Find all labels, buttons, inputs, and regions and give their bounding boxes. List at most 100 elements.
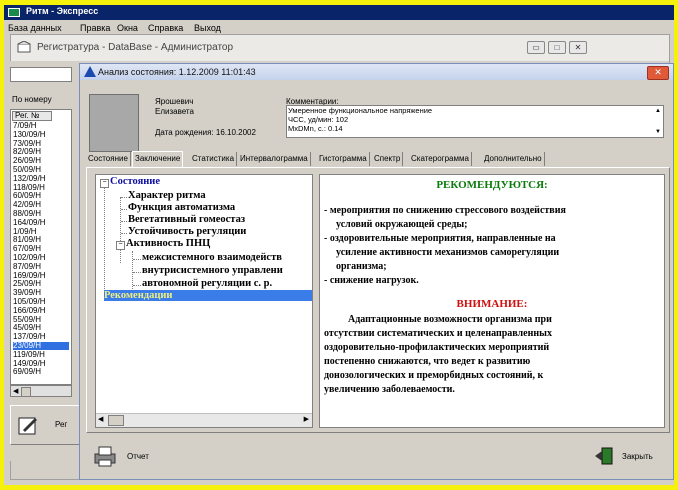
tab-histogram[interactable]: Гистограмма — [317, 152, 370, 166]
search-input[interactable] — [10, 67, 72, 82]
printer-icon — [94, 446, 116, 467]
conclusion-tree[interactable]: − Состояние Характер ритма Функция автом… — [95, 174, 313, 428]
list-item[interactable]: 87/09/H — [13, 262, 69, 271]
tab-intervalogram[interactable]: Интервалограмма — [238, 152, 311, 166]
warning-line: донозологических и преморбидных состояни… — [324, 370, 544, 381]
registration-list[interactable]: Рег. № 7/09/H 130/09/H 73/09/H 82/09/H 26/09… — [10, 109, 72, 385]
tree-line — [132, 251, 133, 295]
tree-node[interactable]: внутрисистемного управлени — [142, 265, 283, 276]
list-item[interactable]: 166/09/H — [13, 306, 69, 315]
collapse-icon[interactable]: − — [100, 179, 109, 188]
registry-title: Регистратура - DataBase - Администратор — [37, 42, 234, 53]
menu-database[interactable]: База данных — [8, 23, 62, 33]
tree-node[interactable]: Устойчивость регуляции — [128, 226, 246, 237]
scroll-up-icon[interactable]: ▲ — [655, 108, 661, 114]
list-item[interactable]: 105/09/H — [13, 298, 69, 306]
menu-edit[interactable]: Правка — [80, 23, 110, 33]
close-button[interactable]: Закрыть — [592, 443, 664, 471]
analysis-dialog: Анализ состояния: 1.12.2009 11:01:43 ✕ Я… — [79, 63, 674, 480]
list-item[interactable]: 73/09/H — [13, 139, 69, 148]
tree-line — [121, 209, 127, 210]
tree-horizontal-scrollbar[interactable]: ◀ ▶ — [96, 413, 312, 427]
list-item[interactable]: 169/09/H — [13, 271, 69, 280]
close-button-label: Закрыть — [622, 452, 653, 461]
list-item[interactable]: 55/09/H — [13, 315, 69, 324]
tree-line — [121, 197, 127, 198]
tree-line — [104, 187, 105, 295]
list-item[interactable]: 60/09/H — [13, 192, 69, 200]
patient-photo — [89, 94, 139, 152]
list-item[interactable]: 45/09/H — [13, 324, 69, 332]
scroll-left-icon[interactable]: ◀ — [98, 415, 103, 423]
app-title: Ритм - Экспресс — [26, 6, 99, 16]
list-item[interactable]: 67/09/H — [13, 245, 69, 253]
tree-node[interactable]: Активность ПНЦ — [126, 238, 210, 249]
report-button[interactable]: Отчет — [91, 443, 171, 471]
menu-help[interactable]: Справка — [148, 23, 183, 33]
scroll-thumb[interactable] — [108, 415, 124, 426]
list-item[interactable]: 102/09/H — [13, 254, 69, 262]
exit-door-icon — [595, 447, 613, 465]
list-item[interactable]: 50/09/H — [13, 166, 69, 174]
scroll-left-icon[interactable]: ◀ — [13, 387, 18, 395]
scroll-down-icon[interactable]: ▼ — [655, 129, 661, 135]
tree-line — [133, 285, 141, 286]
analysis-close-icon[interactable]: ✕ — [647, 66, 669, 80]
tab-statistics[interactable]: Статистика — [190, 152, 238, 166]
minimize-icon[interactable]: ▭ — [527, 41, 545, 54]
list-item[interactable]: 81/09/H — [13, 236, 69, 244]
warning-line: отсутствии систематических и целенаправл… — [324, 328, 552, 339]
comment-box[interactable]: Умеренное функциональное напряжение ЧСС,… — [286, 105, 664, 138]
tab-spectrum[interactable]: Спектр — [372, 152, 404, 166]
close-icon[interactable]: ✕ — [569, 41, 587, 54]
maximize-icon[interactable]: □ — [548, 41, 566, 54]
list-item[interactable]: 25/09/H — [13, 280, 69, 288]
tab-conclusion[interactable]: Заключение — [132, 151, 184, 168]
tab-state[interactable]: Состояние — [86, 152, 131, 166]
dialog-button-bar: Отчет Закрыть — [87, 439, 667, 475]
tree-node[interactable]: межсистемного взаимодейств — [142, 252, 282, 263]
collapse-icon[interactable]: − — [116, 241, 125, 250]
list-item[interactable]: 26/09/H — [13, 157, 69, 165]
tab-additional[interactable]: Дополнительно — [482, 152, 545, 166]
registry-title-bar: Регистратура - DataBase - Администратор … — [11, 35, 669, 61]
registry-button[interactable]: Рег — [10, 405, 80, 445]
list-item[interactable]: 119/09/H — [13, 350, 69, 359]
list-item[interactable]: 82/09/H — [13, 148, 69, 156]
recommendation-line: условий окружающей среды; — [336, 219, 468, 230]
tree-node-recommendations[interactable]: Рекомендации — [104, 290, 312, 301]
tree-node[interactable]: Вегетативный гомеостаз — [128, 214, 245, 225]
tree-node[interactable]: Функция автоматизма — [128, 202, 235, 213]
list-item[interactable]: 42/09/H — [13, 201, 69, 209]
list-item[interactable]: 130/09/H — [13, 130, 69, 139]
list-item[interactable]: 132/09/H — [13, 174, 69, 183]
patient-birthdate: Дата рождения: 16.10.2002 — [155, 128, 256, 137]
list-item[interactable]: 23/09/H — [13, 342, 69, 350]
app-icon — [8, 8, 20, 17]
list-item[interactable]: 149/09/H — [13, 359, 69, 368]
scroll-thumb[interactable] — [21, 387, 31, 397]
list-item[interactable]: 118/09/H — [13, 183, 69, 192]
list-item[interactable]: 137/09/H — [13, 333, 69, 341]
list-item[interactable]: 39/09/H — [13, 289, 69, 297]
list-item[interactable]: 1/09/H — [13, 227, 69, 236]
tree-node[interactable]: автономной регуляции с. р. — [142, 278, 272, 289]
scroll-right-icon[interactable]: ▶ — [304, 415, 309, 423]
tree-node-root[interactable]: Состояние — [110, 176, 160, 187]
tree-node[interactable]: Характер ритма — [128, 190, 206, 201]
list-item[interactable]: 164/09/H — [13, 218, 69, 227]
conclusion-panel: − Состояние Характер ритма Функция автом… — [86, 167, 670, 433]
menu-windows[interactable]: Окна — [117, 23, 138, 33]
tab-scattergram[interactable]: Скатерограмма — [409, 152, 472, 166]
warning-line: постепенно снижаются, что ведет к развит… — [324, 356, 531, 367]
list-item[interactable]: 7/09/H — [13, 122, 69, 130]
warning-icon — [84, 66, 96, 77]
list-horizontal-scrollbar[interactable]: ◀ — [10, 385, 72, 397]
tab-strip: Состояние Заключение Статистика Интервал… — [86, 151, 671, 168]
menu-exit[interactable]: Выход — [194, 23, 221, 33]
recommendation-line: организма; — [336, 261, 387, 272]
list-item[interactable]: 88/09/H — [13, 210, 69, 218]
list-item[interactable]: 69/09/H — [13, 368, 69, 376]
patient-name: Елизавета — [155, 107, 194, 116]
list-header[interactable]: Рег. № — [12, 111, 52, 121]
